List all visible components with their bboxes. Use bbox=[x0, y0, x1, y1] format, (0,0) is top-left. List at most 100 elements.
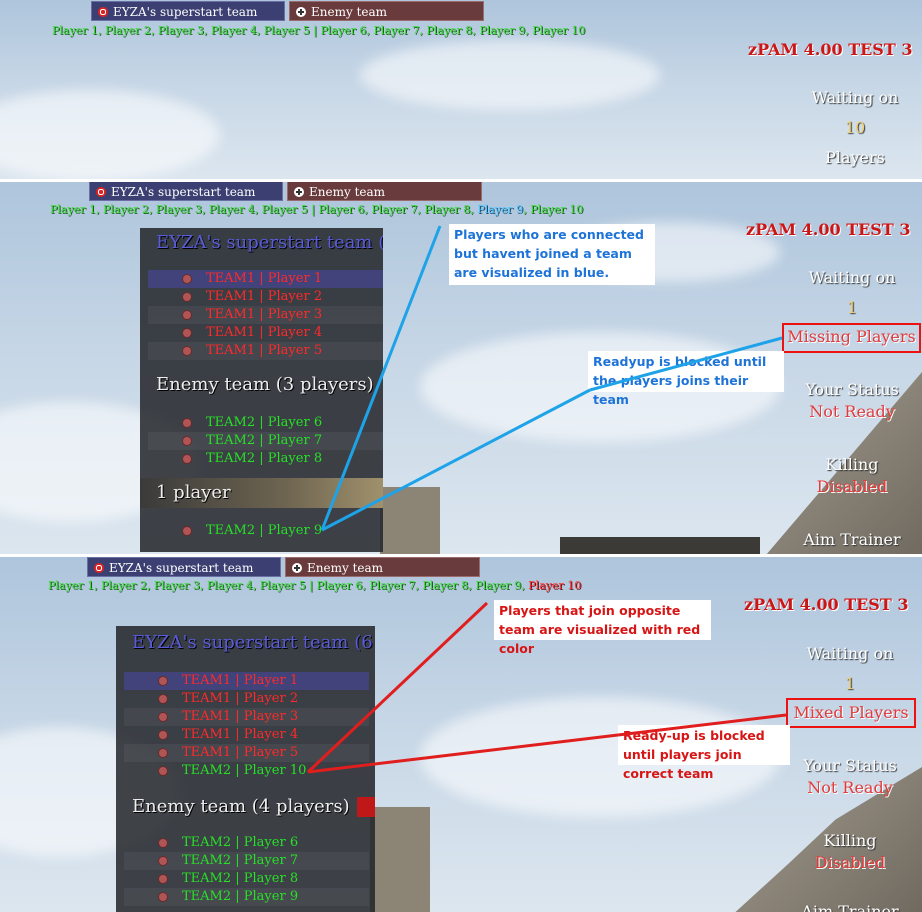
team-a-tag: EYZA's superstart team bbox=[87, 557, 281, 577]
unassigned-header: 1 player bbox=[156, 482, 231, 503]
menu-row[interactable]: TEAM1 | Player 3 bbox=[124, 708, 369, 726]
bullet-icon bbox=[159, 767, 167, 775]
menu-row[interactable]: TEAM1 | Player 2 bbox=[148, 288, 383, 306]
menu-row[interactable]: TEAM2 | Player 9 bbox=[124, 888, 369, 906]
menu-row-label: TEAM2 | Player 7 bbox=[182, 853, 299, 868]
menu-row-label: TEAM2 | Player 9 bbox=[182, 889, 299, 904]
hud-waiting-count: 10 bbox=[844, 118, 866, 137]
menu-row[interactable]: TEAM1 | Player 3 bbox=[148, 306, 383, 324]
bullet-icon bbox=[159, 713, 167, 721]
annotation-readyup-blocked: Ready-up is blocked until players join c… bbox=[618, 725, 790, 781]
bullet-icon bbox=[183, 527, 191, 535]
menu-row-label: TEAM2 | Player 6 bbox=[206, 415, 323, 430]
hud-aim-trainer-partial: Aim Trainer bbox=[801, 902, 899, 912]
player-list-separator: | bbox=[307, 203, 319, 216]
plus-icon bbox=[296, 7, 306, 17]
player-list: Player 1, Player 2, Player 3, Player 4, … bbox=[50, 203, 583, 216]
hud-waiting-on: Waiting on bbox=[811, 88, 899, 107]
uk-flag-icon bbox=[98, 7, 108, 17]
hud-title: zPAM 4.00 TEST 3 bbox=[748, 40, 913, 59]
player-list-player9-unassigned: Player 9 bbox=[477, 203, 524, 216]
plus-icon bbox=[294, 187, 304, 197]
hud-waiting-on: Waiting on bbox=[806, 644, 894, 663]
annotation-readyup-blocked: Readyup is blocked until the players joi… bbox=[588, 351, 784, 407]
menu-row-label: TEAM2 | Player 9 bbox=[206, 523, 323, 538]
team-b-tag: Enemy team bbox=[285, 557, 480, 577]
menu-row[interactable]: TEAM1 | Player 2 bbox=[124, 690, 369, 708]
menu-row-label: TEAM1 | Player 4 bbox=[206, 325, 323, 340]
menu-row-label: TEAM2 | Player 8 bbox=[182, 871, 299, 886]
player-list-separator: | bbox=[309, 24, 321, 37]
bullet-icon bbox=[159, 839, 167, 847]
team-b-tag-label: Enemy team bbox=[309, 185, 386, 199]
annotation-unassigned: Players who are connected but havent joi… bbox=[449, 224, 655, 285]
hud-aim-trainer: Aim Trainer bbox=[803, 530, 901, 549]
annotation-wrong-team: Players that join opposite team are visu… bbox=[494, 600, 711, 656]
panel-2-screenshot: EYZA's superstart team Enemy team Player… bbox=[0, 182, 922, 555]
menu-row[interactable]: TEAM1 | Player 5 bbox=[124, 744, 369, 762]
team-menu: EYZA's superstart team (5 TEAM1 | Player… bbox=[140, 228, 383, 552]
bullet-icon bbox=[159, 893, 167, 901]
player-list-team-a: Player 1, Player 2, Player 3, Player 4, … bbox=[48, 579, 306, 592]
hud-not-ready: Not Ready bbox=[809, 402, 895, 421]
hud-title: zPAM 4.00 TEST 3 bbox=[744, 595, 909, 614]
team-a-tag: EYZA's superstart team bbox=[89, 182, 283, 201]
menu-row[interactable]: TEAM1 | Player 5 bbox=[148, 342, 383, 360]
panel-1-screenshot: EYZA's superstart team Enemy team Player… bbox=[0, 0, 922, 180]
player-list-separator: | bbox=[305, 579, 317, 592]
menu-row[interactable]: TEAM1 | Player 1 bbox=[124, 672, 369, 690]
team-b-tag-label: Enemy team bbox=[307, 561, 384, 575]
menu-row[interactable]: TEAM2 | Player 6 bbox=[148, 414, 383, 432]
bullet-icon bbox=[159, 731, 167, 739]
hud-your-status: Your Status bbox=[803, 756, 897, 775]
menu-row[interactable]: TEAM2 | Player 7 bbox=[148, 432, 383, 450]
team-menu: EYZA's superstart team (6 pl TEAM1 | Pla… bbox=[116, 626, 375, 912]
bullet-icon bbox=[159, 695, 167, 703]
menu-row[interactable]: TEAM1 | Player 4 bbox=[124, 726, 369, 744]
menu-row[interactable]: TEAM2 | Player 8 bbox=[148, 450, 383, 468]
bullet-icon bbox=[159, 857, 167, 865]
menu-row[interactable]: TEAM2 | Player 7 bbox=[124, 852, 369, 870]
menu-row[interactable]: TEAM1 | Player 4 bbox=[148, 324, 383, 342]
menu-row-label: TEAM1 | Player 5 bbox=[182, 745, 299, 760]
menu-row-label: TEAM2 | Player 6 bbox=[182, 835, 299, 850]
team-b-tag: Enemy team bbox=[287, 182, 482, 201]
player-list-team-a: Player 1, Player 2, Player 3, Player 4, … bbox=[50, 203, 308, 216]
hud-missing-players: Missing Players bbox=[787, 327, 916, 346]
player-list-team-b: Player 6, Player 7, Player 8, bbox=[316, 579, 476, 592]
hud-disabled: Disabled bbox=[814, 853, 886, 872]
team-a-tag-label: EYZA's superstart team bbox=[109, 561, 254, 575]
menu-row[interactable]: TEAM2 | Player 8 bbox=[124, 870, 369, 888]
hud-title: zPAM 4.00 TEST 3 bbox=[746, 220, 911, 239]
team-a-tag-label: EYZA's superstart team bbox=[111, 185, 256, 199]
bullet-icon bbox=[183, 347, 191, 355]
team-b-header: Enemy team (3 players) bbox=[156, 374, 374, 395]
uk-flag-icon bbox=[94, 563, 104, 573]
player-list: Player 1, Player 2, Player 3, Player 4, … bbox=[48, 579, 581, 592]
bullet-icon bbox=[159, 875, 167, 883]
hud-disabled: Disabled bbox=[816, 477, 888, 496]
ground-ridge bbox=[560, 537, 760, 555]
menu-row-wrong-team[interactable]: TEAM2 | Player 10 bbox=[124, 762, 369, 780]
bullet-icon bbox=[183, 275, 191, 283]
bullet-icon bbox=[159, 749, 167, 757]
menu-row-label: TEAM2 | Player 10 bbox=[182, 763, 307, 778]
player-list-team-b: Player 6, Player 7, Player 8, bbox=[318, 203, 478, 216]
menu-row-label: TEAM1 | Player 3 bbox=[182, 709, 299, 724]
menu-row-label: TEAM1 | Player 3 bbox=[206, 307, 323, 322]
player-list-player9: Player 9 bbox=[479, 24, 526, 37]
hud-killing: Killing bbox=[825, 455, 879, 474]
menu-row[interactable]: TEAM2 | Player 9 bbox=[148, 522, 383, 540]
player-list-team-a: Player 1, Player 2, Player 3, Player 4, … bbox=[52, 24, 310, 37]
hud-your-status: Your Status bbox=[805, 380, 899, 399]
menu-row[interactable]: TEAM2 | Player 6 bbox=[124, 834, 369, 852]
ruin-wall bbox=[370, 807, 430, 912]
panel-3-screenshot: EYZA's superstart team Enemy team Player… bbox=[0, 557, 922, 912]
bullet-icon bbox=[159, 677, 167, 685]
bullet-icon bbox=[183, 437, 191, 445]
bullet-icon bbox=[183, 293, 191, 301]
team-a-tag-label: EYZA's superstart team bbox=[113, 5, 258, 19]
menu-row[interactable]: TEAM1 | Player 1 bbox=[148, 270, 383, 288]
team-a-header: EYZA's superstart team (5 bbox=[156, 232, 383, 253]
bullet-icon bbox=[183, 311, 191, 319]
